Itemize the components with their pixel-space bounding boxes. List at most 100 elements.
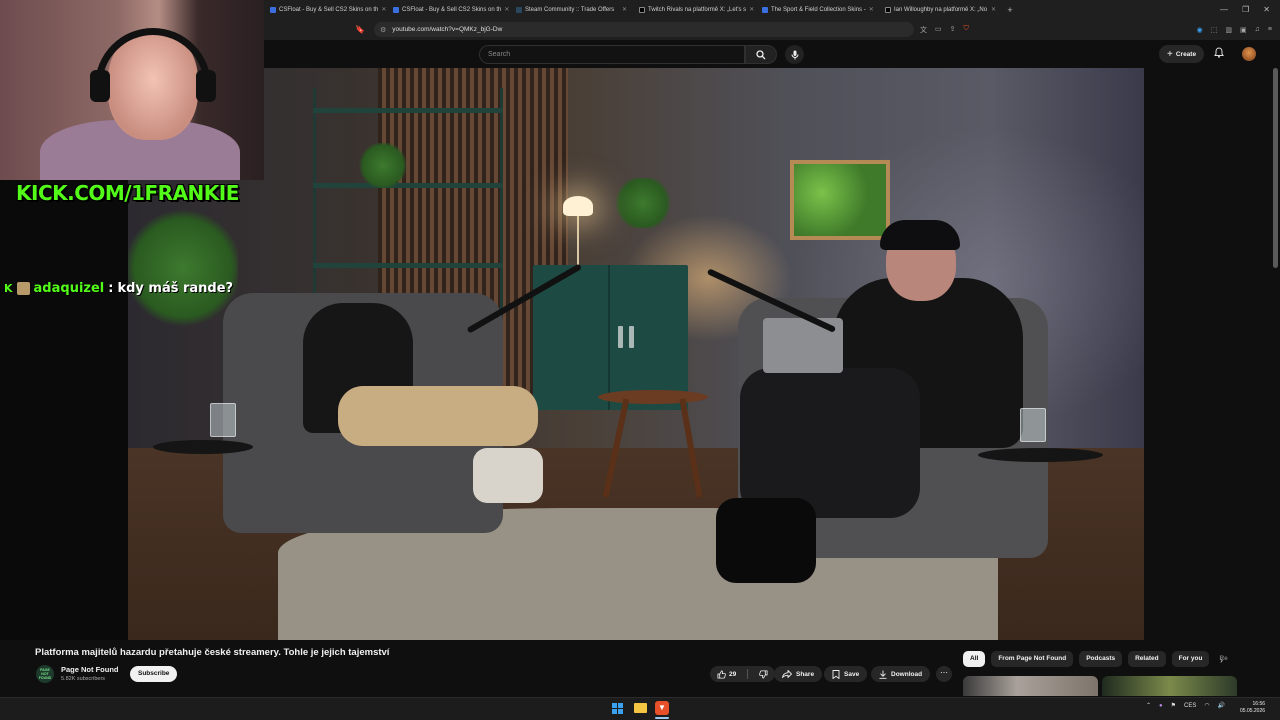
flag-tray-icon[interactable]: ⚑ <box>1171 702 1176 709</box>
pause-icon[interactable] <box>618 326 634 348</box>
extension-icons: ◉ ⬚ ▥ ▣ ♫ ≡ <box>1197 26 1280 34</box>
chat-separator: : <box>108 281 114 296</box>
menu-icon[interactable]: ≡ <box>1268 26 1272 34</box>
browser-tab[interactable]: The Sport & Field Collection Skins - ✕ <box>756 0 879 19</box>
channel-avatar[interactable]: PAGE NOT FOUND <box>36 665 54 683</box>
sidebar-icon[interactable]: ▥ <box>1225 26 1232 34</box>
maximize-icon[interactable]: ❐ <box>1242 5 1249 14</box>
close-icon[interactable]: ✕ <box>622 6 627 13</box>
notifications-bell-icon[interactable] <box>1214 47 1224 61</box>
browser-tab[interactable]: Twitch Rivals na platformě X: „Let's s ✕ <box>633 0 756 19</box>
close-icon[interactable]: ✕ <box>381 6 386 13</box>
system-tray: ⌃ ● ⚑ CES ◠ 🔊 <box>1146 702 1225 710</box>
recommended-video-thumbnail[interactable] <box>1102 676 1237 696</box>
headset-earcup <box>90 70 110 102</box>
chip-all[interactable]: All <box>963 651 986 667</box>
close-icon[interactable]: ✕ <box>749 6 754 13</box>
lamp-pole <box>577 216 579 266</box>
more-actions-icon[interactable]: ⋯ <box>936 666 952 682</box>
filter-chips: All From Page Not Found Podcasts Related… <box>963 651 1232 667</box>
headset <box>95 28 211 98</box>
address-bar-row: 🔖 ⚙ youtube.com/watch?v=QMKz_bjG-Dw 文 ▭ … <box>264 19 1280 40</box>
right-sidebar <box>1144 68 1280 640</box>
shelf <box>313 183 503 188</box>
language-indicator[interactable]: CES <box>1184 703 1196 709</box>
brave-browser-icon[interactable]: ▼ <box>655 701 669 715</box>
active-app-indicator <box>655 717 669 719</box>
video-player[interactable] <box>128 68 1144 640</box>
browser-tab[interactable]: Ian Willoughby na platformě X: „No ✕ <box>879 0 1002 19</box>
close-icon[interactable]: ✕ <box>504 6 509 13</box>
browser-tab[interactable]: CSFloat - Buy & Sell CS2 Skins on th ✕ <box>387 0 510 19</box>
download-button[interactable]: Download <box>871 666 931 682</box>
file-explorer-icon[interactable] <box>634 703 647 713</box>
thumbs-down-icon <box>759 669 768 679</box>
taskbar: ▼ ⌃ ● ⚑ CES ◠ 🔊 16:56 05.05.2026 <box>0 697 1280 720</box>
windows-start-icon[interactable] <box>612 703 623 714</box>
youtube-header: Search + Create <box>264 40 1280 68</box>
chevron-right-icon[interactable]: › <box>1220 655 1223 665</box>
search-button[interactable] <box>745 45 777 64</box>
close-icon[interactable]: ✕ <box>869 6 874 13</box>
side-table-left <box>153 440 253 454</box>
chevron-up-icon[interactable]: ⌃ <box>1146 702 1151 709</box>
page-scrollbar[interactable] <box>1273 68 1278 268</box>
translate-icon[interactable]: 文 <box>920 25 927 35</box>
steam-favicon-icon <box>516 6 522 13</box>
woman-legs <box>338 386 538 446</box>
bookmark-icon[interactable]: 🔖 <box>354 24 366 36</box>
plant <box>613 178 673 228</box>
volume-icon[interactable]: 🔊 <box>1218 702 1225 709</box>
share-page-icon[interactable]: ⇪ <box>950 25 956 35</box>
shelf <box>313 263 503 268</box>
media-icon[interactable]: ♫ <box>1255 26 1260 34</box>
create-button[interactable]: + Create <box>1159 45 1205 63</box>
lamp <box>563 196 593 216</box>
kick-badge-icon: K <box>4 282 13 295</box>
extensions-icon[interactable]: ⬚ <box>1211 26 1218 34</box>
voice-search-button[interactable] <box>785 45 804 64</box>
new-tab-icon[interactable]: + <box>1002 5 1018 15</box>
x-favicon-icon <box>639 6 645 13</box>
browser-tab[interactable]: CSFloat - Buy & Sell CS2 Skins on th ✕ <box>264 0 387 19</box>
chip-podcasts[interactable]: Podcasts <box>1079 651 1123 667</box>
video-title: Platforma majitelů hazardu přetahuje čes… <box>35 647 390 658</box>
wallet-icon[interactable]: ▣ <box>1240 26 1247 34</box>
cabinet <box>533 265 688 410</box>
url-field[interactable]: ⚙ youtube.com/watch?v=QMKz_bjG-Dw <box>374 22 914 37</box>
clock-time: 16:56 <box>1252 701 1266 707</box>
man-boots <box>716 498 816 583</box>
mic-tray-icon[interactable]: ● <box>1159 703 1163 709</box>
audio-icon[interactable]: ◉ <box>1197 26 1203 34</box>
chip-truncated[interactable]: Re <box>1215 651 1231 667</box>
thumbs-up-icon <box>717 669 726 679</box>
plant <box>358 143 408 188</box>
wifi-icon[interactable]: ◠ <box>1204 702 1209 709</box>
divider <box>747 669 749 679</box>
shelf <box>313 108 503 113</box>
screen: CSFloat - Buy & Sell CS2 Skins on th ✕ CS… <box>0 0 1280 720</box>
site-settings-icon[interactable]: ⚙ <box>380 26 386 34</box>
close-window-icon[interactable]: ✕ <box>1263 5 1270 14</box>
like-button[interactable]: 29 <box>710 666 743 682</box>
csfloat-favicon-icon <box>762 6 768 13</box>
subscribe-button[interactable]: Subscribe <box>130 666 178 682</box>
moss-wall-art <box>790 160 890 240</box>
channel-name[interactable]: Page Not Found <box>61 665 119 674</box>
picture-in-picture-icon[interactable]: ▭ <box>935 25 942 35</box>
browser-tab[interactable]: Steam Community :: Trade Offers ✕ <box>510 0 633 19</box>
search-input[interactable]: Search <box>479 45 745 64</box>
chip-for-you[interactable]: For you <box>1171 651 1210 667</box>
share-button[interactable]: Share <box>774 666 823 682</box>
taskbar-clock[interactable]: 16:56 05.05.2026 <box>1240 701 1265 715</box>
save-button[interactable]: Save <box>824 666 868 682</box>
dislike-button[interactable] <box>752 666 775 682</box>
recommended-video-thumbnail[interactable] <box>963 676 1098 696</box>
close-icon[interactable]: ✕ <box>991 6 996 13</box>
chip-related[interactable]: Related <box>1128 651 1166 667</box>
chip-from-channel[interactable]: From Page Not Found <box>991 651 1074 667</box>
bookmark-save-icon <box>832 669 840 679</box>
minimize-icon[interactable]: — <box>1220 5 1228 14</box>
account-avatar[interactable] <box>1242 47 1256 61</box>
brave-shields-icon[interactable]: ⛉ <box>964 25 969 35</box>
